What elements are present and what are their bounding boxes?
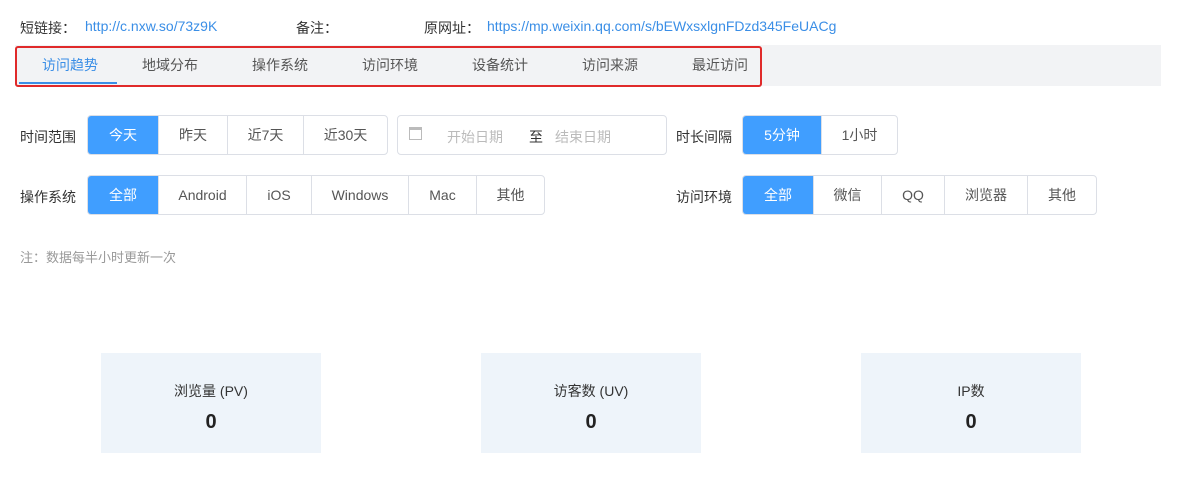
update-note: 注：数据每半小时更新一次 [20, 250, 177, 265]
os-ios-button[interactable]: iOS [246, 176, 311, 214]
interval-5min-button[interactable]: 5分钟 [743, 116, 821, 154]
tab-environment[interactable]: 访问环境 [335, 45, 445, 86]
date-range-picker[interactable]: 开始日期 至 结束日期 [397, 115, 667, 155]
time-range-label: 时间范围 [20, 129, 76, 145]
stat-label: IP数 [957, 383, 985, 399]
time-yesterday-button[interactable]: 昨天 [158, 116, 227, 154]
env-qq-button[interactable]: QQ [881, 176, 944, 214]
interval-1hour-button[interactable]: 1小时 [821, 116, 897, 154]
tab-visit-trend[interactable]: 访问趋势 [15, 45, 125, 86]
tab-device[interactable]: 设备统计 [445, 45, 555, 86]
original-url[interactable]: https://mp.weixin.qq.com/s/bEWxsxlgnFDzd… [487, 18, 836, 34]
stat-label: 浏览量 (PV) [174, 383, 248, 399]
stat-value: 0 [205, 411, 217, 433]
remark-label: 备注： [296, 20, 338, 36]
stat-card-uv: 访客数 (UV) 0 [481, 353, 701, 453]
time-today-button[interactable]: 今天 [88, 116, 158, 154]
tab-source[interactable]: 访问来源 [555, 45, 665, 86]
stat-card-pv: 浏览量 (PV) 0 [101, 353, 321, 453]
calendar-icon [409, 127, 422, 140]
stat-card-ip: IP数 0 [861, 353, 1081, 453]
os-windows-button[interactable]: Windows [311, 176, 408, 214]
short-link-url[interactable]: http://c.nxw.so/73z9K [85, 18, 217, 34]
end-date-input[interactable]: 结束日期 [555, 127, 611, 147]
os-mac-button[interactable]: Mac [408, 176, 476, 214]
stat-label: 访客数 (UV) [553, 383, 629, 399]
time-30days-button[interactable]: 近30天 [303, 116, 387, 154]
tab-bar: 访问趋势 地域分布 操作系统 访问环境 设备统计 访问来源 最近访问 [15, 45, 1161, 86]
env-browser-button[interactable]: 浏览器 [944, 176, 1027, 214]
stat-value: 0 [965, 411, 977, 433]
tab-recent[interactable]: 最近访问 [665, 45, 775, 86]
os-android-button[interactable]: Android [158, 176, 246, 214]
env-other-button[interactable]: 其他 [1027, 176, 1096, 214]
start-date-input[interactable]: 开始日期 [447, 127, 503, 147]
tab-region[interactable]: 地域分布 [115, 45, 225, 86]
date-separator: 至 [529, 129, 543, 145]
env-label: 访问环境 [676, 189, 732, 205]
os-other-button[interactable]: 其他 [476, 176, 544, 214]
time-7days-button[interactable]: 近7天 [227, 116, 303, 154]
os-all-button[interactable]: 全部 [88, 176, 158, 214]
os-label: 操作系统 [20, 189, 76, 205]
interval-label: 时长间隔 [676, 129, 732, 145]
env-all-button[interactable]: 全部 [743, 176, 813, 214]
env-wechat-button[interactable]: 微信 [813, 176, 881, 214]
short-link-label: 短链接： [20, 20, 76, 36]
tab-os[interactable]: 操作系统 [225, 45, 335, 86]
stat-value: 0 [585, 411, 597, 433]
original-url-label: 原网址： [424, 20, 480, 36]
